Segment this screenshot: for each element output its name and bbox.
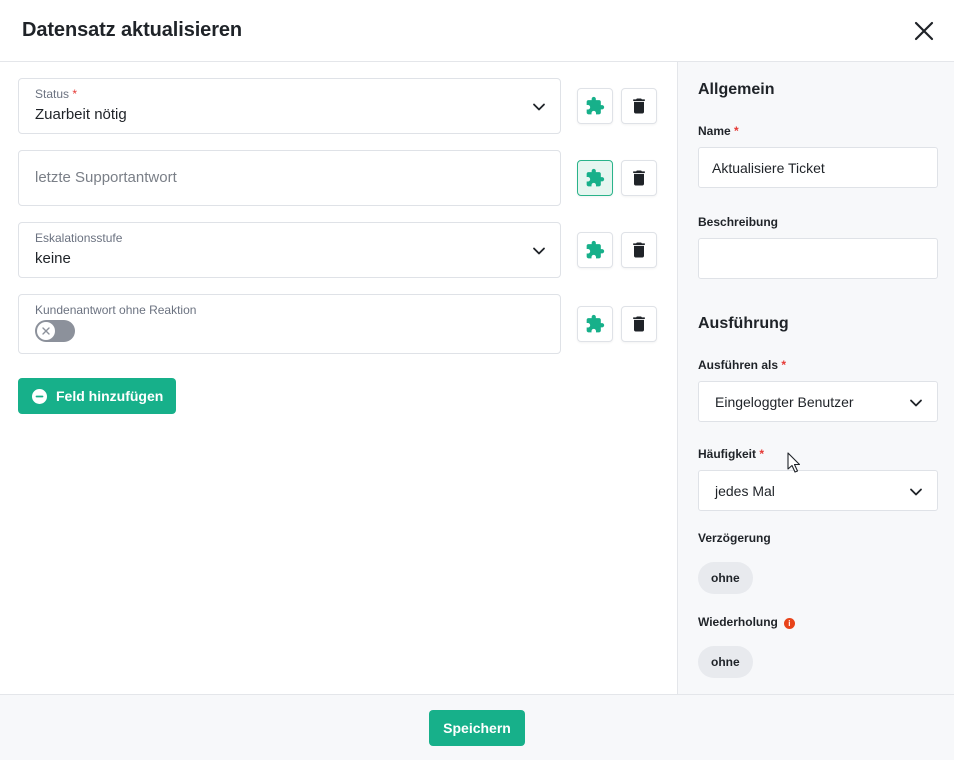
dialog-header: Datensatz aktualisieren [0, 0, 954, 62]
last-support-reply-placeholder: letzte Supportantwort [35, 169, 177, 186]
name-label: Name [698, 124, 731, 138]
status-value: Zuarbeit nötig [35, 106, 127, 123]
mouse-cursor-icon [787, 452, 801, 473]
trash-icon [633, 242, 645, 258]
close-icon[interactable] [912, 19, 936, 43]
add-circle-icon [32, 388, 47, 404]
trash-icon [633, 316, 645, 332]
trash-icon [633, 98, 645, 114]
description-input[interactable] [698, 238, 938, 279]
field-variable-button[interactable] [577, 160, 613, 196]
repeat-label: Wiederholung [698, 615, 778, 629]
customer-reply-no-reaction-field: Kundenantwort ohne Reaktion [18, 294, 561, 354]
execution-section-title: Ausführung [698, 315, 789, 332]
puzzle-icon [586, 240, 605, 259]
dialog-title: Datensatz aktualisieren [22, 19, 243, 41]
delete-field-button[interactable] [621, 306, 657, 342]
status-label: Status [35, 87, 70, 101]
toggle-knob [37, 322, 55, 340]
chevron-down-icon [910, 399, 922, 407]
field-variable-button[interactable] [577, 306, 613, 342]
dialog-footer: Speichern [0, 694, 954, 760]
info-icon[interactable]: i [783, 618, 795, 629]
repeat-chip[interactable]: ohne [698, 646, 753, 678]
run-as-select[interactable]: Eingeloggter Benutzer [698, 381, 938, 422]
name-input[interactable]: Aktualisiere Ticket [698, 147, 938, 188]
frequency-label: Häufigkeit [698, 447, 757, 461]
settings-sidebar: Allgemein Name * Aktualisiere Ticket Bes… [677, 62, 954, 694]
chevron-down-icon [533, 247, 545, 255]
customer-reply-toggle[interactable] [35, 320, 75, 342]
puzzle-icon [586, 168, 605, 187]
required-marker: * [72, 87, 78, 101]
run-as-label: Ausführen als [698, 358, 779, 372]
escalation-level-label: Eskalationsstufe [35, 231, 123, 245]
update-record-dialog: Datensatz aktualisieren Status * Zuarbei… [0, 0, 954, 760]
description-label: Beschreibung [698, 215, 779, 229]
frequency-value: jedes Mal [715, 483, 775, 499]
field-variable-button[interactable] [577, 232, 613, 268]
x-icon [42, 327, 50, 335]
trash-icon [633, 170, 645, 186]
general-section-title: Allgemein [698, 81, 775, 98]
field-list-panel: Status * Zuarbeit nötig letzte Supportan… [0, 62, 677, 694]
run-as-value: Eingeloggter Benutzer [715, 394, 854, 410]
delete-field-button[interactable] [621, 232, 657, 268]
last-support-reply-field[interactable]: letzte Supportantwort [18, 150, 561, 206]
delete-field-button[interactable] [621, 88, 657, 124]
delete-field-button[interactable] [621, 160, 657, 196]
chevron-down-icon [533, 103, 545, 111]
delay-chip[interactable]: ohne [698, 562, 753, 594]
escalation-level-select[interactable]: Eskalationsstufe keine [18, 222, 561, 278]
required-marker: * [759, 447, 765, 461]
required-marker: * [734, 124, 739, 138]
puzzle-icon [586, 314, 605, 333]
status-select[interactable]: Status * Zuarbeit nötig [18, 78, 561, 134]
customer-reply-label: Kundenantwort ohne Reaktion [35, 303, 197, 317]
add-field-label: Feld hinzufügen [56, 388, 164, 404]
delay-label: Verzögerung [698, 531, 771, 545]
required-marker: * [781, 358, 787, 372]
save-button[interactable]: Speichern [429, 709, 525, 746]
name-value: Aktualisiere Ticket [712, 160, 825, 176]
chevron-down-icon [910, 488, 922, 496]
puzzle-icon [586, 96, 605, 115]
add-field-button[interactable]: Feld hinzufügen [18, 378, 177, 414]
escalation-level-value: keine [35, 250, 71, 267]
field-variable-button[interactable] [577, 88, 613, 124]
frequency-select[interactable]: jedes Mal [698, 470, 938, 511]
